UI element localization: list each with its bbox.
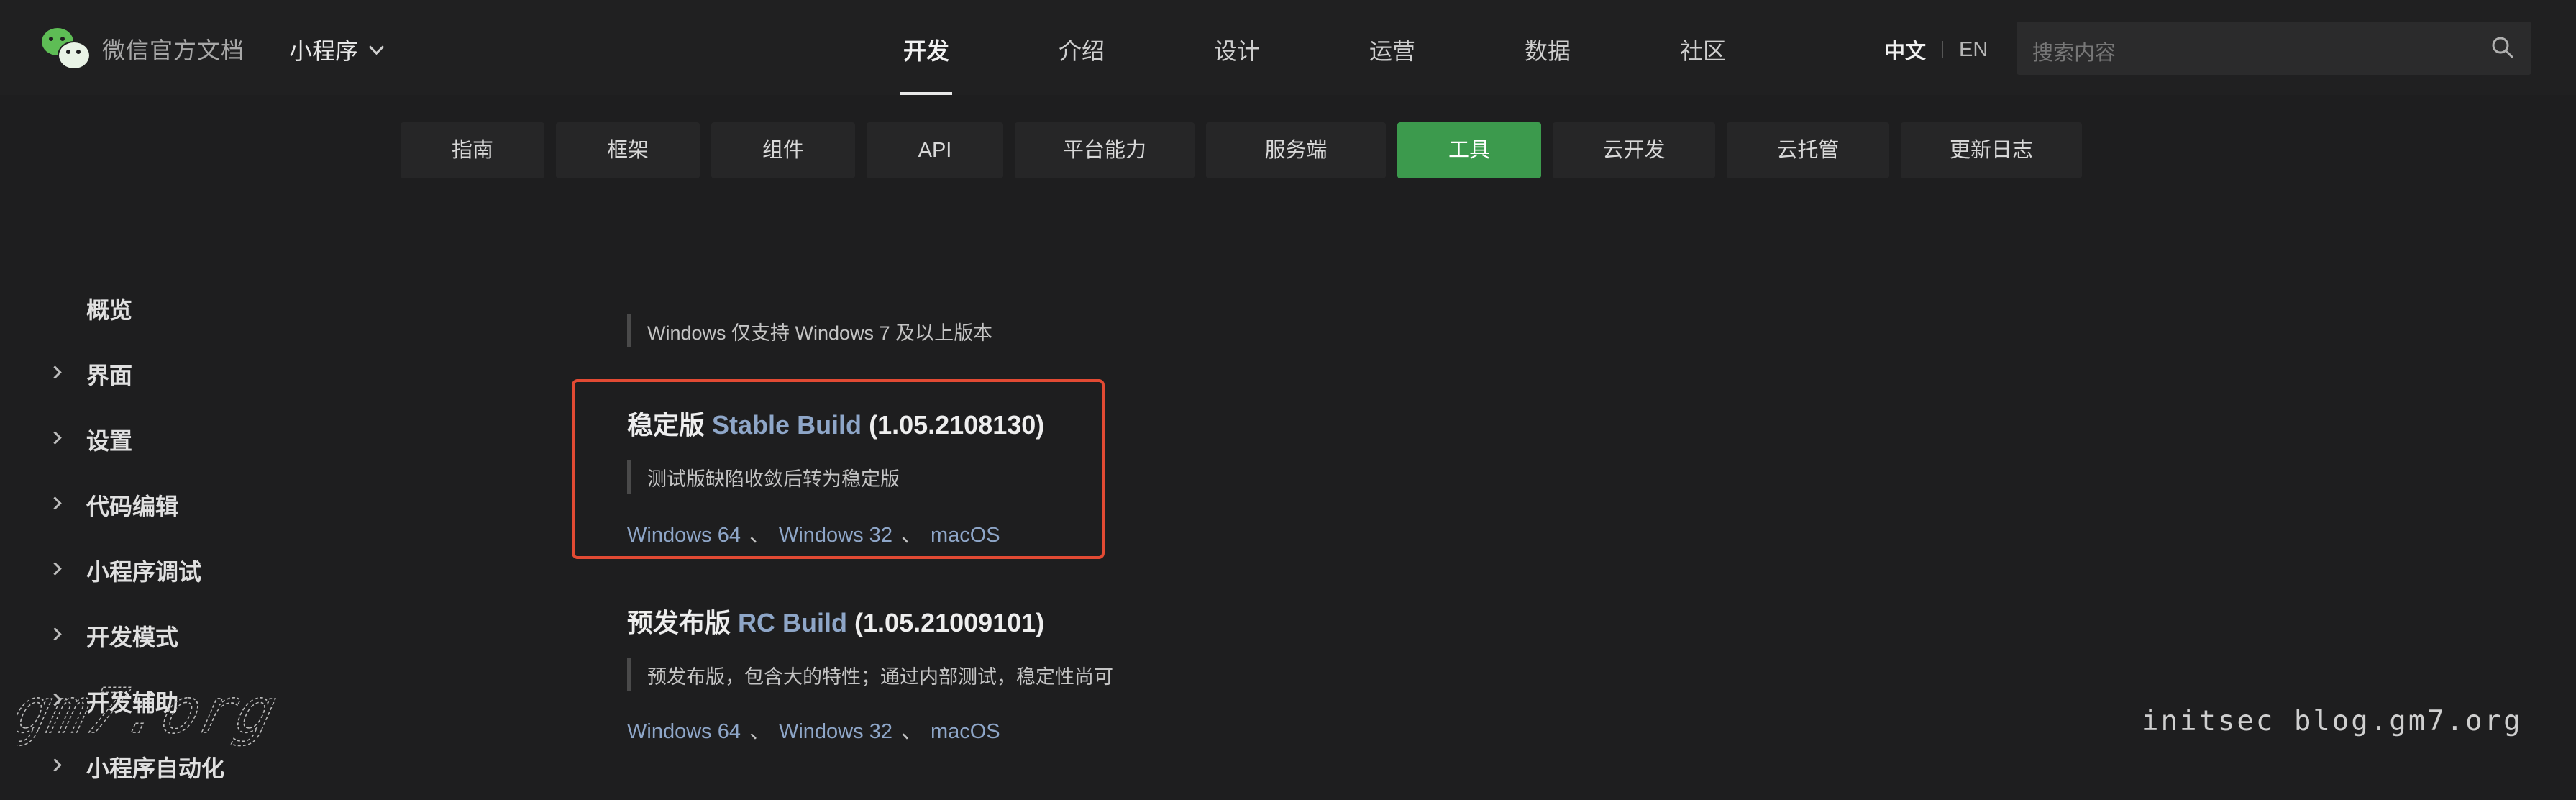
lang-en[interactable]: EN bbox=[1959, 38, 1988, 62]
rc-download-win32[interactable]: Windows 32 bbox=[779, 720, 892, 743]
windows-support-text: Windows 仅支持 Windows 7 及以上版本 bbox=[647, 322, 993, 344]
link-separator: 、 bbox=[749, 524, 770, 547]
lang-zh[interactable]: 中文 bbox=[1884, 35, 1926, 65]
tab-api[interactable]: API bbox=[867, 122, 1003, 178]
rc-note-text: 预发布版，包含大的特性；通过内部测试，稳定性尚可 bbox=[647, 665, 1113, 688]
quote-bar bbox=[627, 314, 631, 347]
watermark-left-logo: gm7.org bbox=[17, 676, 285, 747]
watermark-left-text: gm7.org bbox=[17, 676, 284, 747]
chevron-right-icon bbox=[48, 562, 62, 576]
language-switcher: 中文 EN bbox=[1884, 35, 1988, 65]
tab-cloud-dev[interactable]: 云开发 bbox=[1553, 122, 1715, 178]
chevron-right-icon bbox=[48, 496, 62, 510]
rc-build-note: 预发布版，包含大的特性；通过内部测试，稳定性尚可 bbox=[627, 658, 1113, 691]
windows-support-note: Windows 仅支持 Windows 7 及以上版本 bbox=[627, 314, 992, 347]
link-separator: 、 bbox=[749, 720, 770, 743]
nav-item-data[interactable]: 数据 bbox=[1470, 33, 1625, 66]
sub-nav: 指南 框架 组件 API 平台能力 服务端 工具 云开发 云托管 更新日志 bbox=[401, 122, 2082, 178]
search-icon[interactable] bbox=[2490, 35, 2516, 60]
tab-platform-capabilities[interactable]: 平台能力 bbox=[1015, 122, 1195, 178]
sidebar-item-label: 开发模式 bbox=[86, 624, 179, 650]
stable-build-title: 稳定版 Stable Build (1.05.2108130) bbox=[627, 404, 1044, 442]
stable-version: (1.05.2108130) bbox=[869, 410, 1045, 440]
sidebar-item-label: 小程序调试 bbox=[86, 559, 202, 585]
stable-download-links: Windows 64 、 Windows 32 、 macOS bbox=[627, 518, 1000, 548]
lang-divider bbox=[1942, 41, 1944, 58]
quote-bar bbox=[627, 460, 631, 494]
watermark-right: initsec blog.gm7.org bbox=[2142, 705, 2523, 737]
stable-download-win32[interactable]: Windows 32 bbox=[779, 524, 892, 547]
stable-download-macos[interactable]: macOS bbox=[931, 524, 1000, 547]
stable-note-text: 测试版缺陷收敛后转为稳定版 bbox=[647, 468, 900, 490]
tab-tools[interactable]: 工具 bbox=[1397, 122, 1541, 178]
tab-components[interactable]: 组件 bbox=[711, 122, 855, 178]
quote-bar bbox=[627, 658, 631, 691]
nav-item-design[interactable]: 设计 bbox=[1159, 33, 1315, 66]
tab-changelog[interactable]: 更新日志 bbox=[1901, 122, 2082, 178]
chevron-right-icon bbox=[48, 627, 62, 641]
rc-version: (1.05.21009101) bbox=[854, 608, 1045, 637]
stable-download-win64[interactable]: Windows 64 bbox=[627, 524, 741, 547]
sidebar-item-label: 设置 bbox=[86, 428, 133, 454]
sidebar-item-label: 小程序自动化 bbox=[86, 755, 225, 781]
chevron-right-icon bbox=[48, 365, 62, 379]
search-box[interactable]: 搜索内容 bbox=[2017, 22, 2531, 75]
tab-framework[interactable]: 框架 bbox=[556, 122, 700, 178]
nav-item-intro[interactable]: 介绍 bbox=[1004, 33, 1159, 66]
rc-title-cn: 预发布版 bbox=[627, 608, 731, 637]
tab-server[interactable]: 服务端 bbox=[1206, 122, 1386, 178]
rc-download-win64[interactable]: Windows 64 bbox=[627, 720, 741, 743]
wechat-logo-icon bbox=[42, 28, 91, 70]
nav-item-community[interactable]: 社区 bbox=[1625, 33, 1781, 66]
chevron-down-icon bbox=[368, 39, 385, 55]
chevron-right-icon bbox=[48, 758, 62, 772]
nav-item-operations[interactable]: 运营 bbox=[1315, 33, 1470, 66]
stable-title-cn: 稳定版 bbox=[627, 410, 705, 440]
brand-logo[interactable]: 微信官方文档 bbox=[42, 27, 245, 71]
rc-download-links: Windows 64 、 Windows 32 、 macOS bbox=[627, 714, 1000, 745]
tab-cloud-hosting[interactable]: 云托管 bbox=[1727, 122, 1889, 178]
brand-name: 微信官方文档 bbox=[102, 37, 245, 63]
nav-item-develop[interactable]: 开发 bbox=[849, 33, 1004, 95]
rc-title-en: RC Build bbox=[738, 608, 848, 637]
sidebar-item-label: 界面 bbox=[86, 363, 133, 388]
search-placeholder[interactable]: 搜索内容 bbox=[2032, 36, 2116, 66]
stable-build-note: 测试版缺陷收敛后转为稳定版 bbox=[627, 460, 900, 494]
rc-download-macos[interactable]: macOS bbox=[931, 720, 1000, 743]
product-label: 小程序 bbox=[289, 38, 359, 64]
product-dropdown[interactable]: 小程序 bbox=[289, 33, 385, 66]
link-separator: 、 bbox=[900, 524, 922, 547]
link-separator: 、 bbox=[900, 720, 922, 743]
sidebar-item-label: 代码编辑 bbox=[86, 494, 179, 519]
stable-title-en: Stable Build bbox=[712, 410, 862, 440]
chevron-right-icon bbox=[48, 431, 62, 445]
rc-build-title: 预发布版 RC Build (1.05.21009101) bbox=[627, 602, 1044, 640]
top-header: 微信官方文档 小程序 开发 介绍 设计 运营 数据 社区 中文 EN 搜索内容 bbox=[0, 0, 2576, 95]
sidebar-item-label: 概览 bbox=[86, 297, 133, 323]
tab-guide[interactable]: 指南 bbox=[401, 122, 544, 178]
main-nav: 开发 介绍 设计 运营 数据 社区 bbox=[849, 33, 1781, 95]
